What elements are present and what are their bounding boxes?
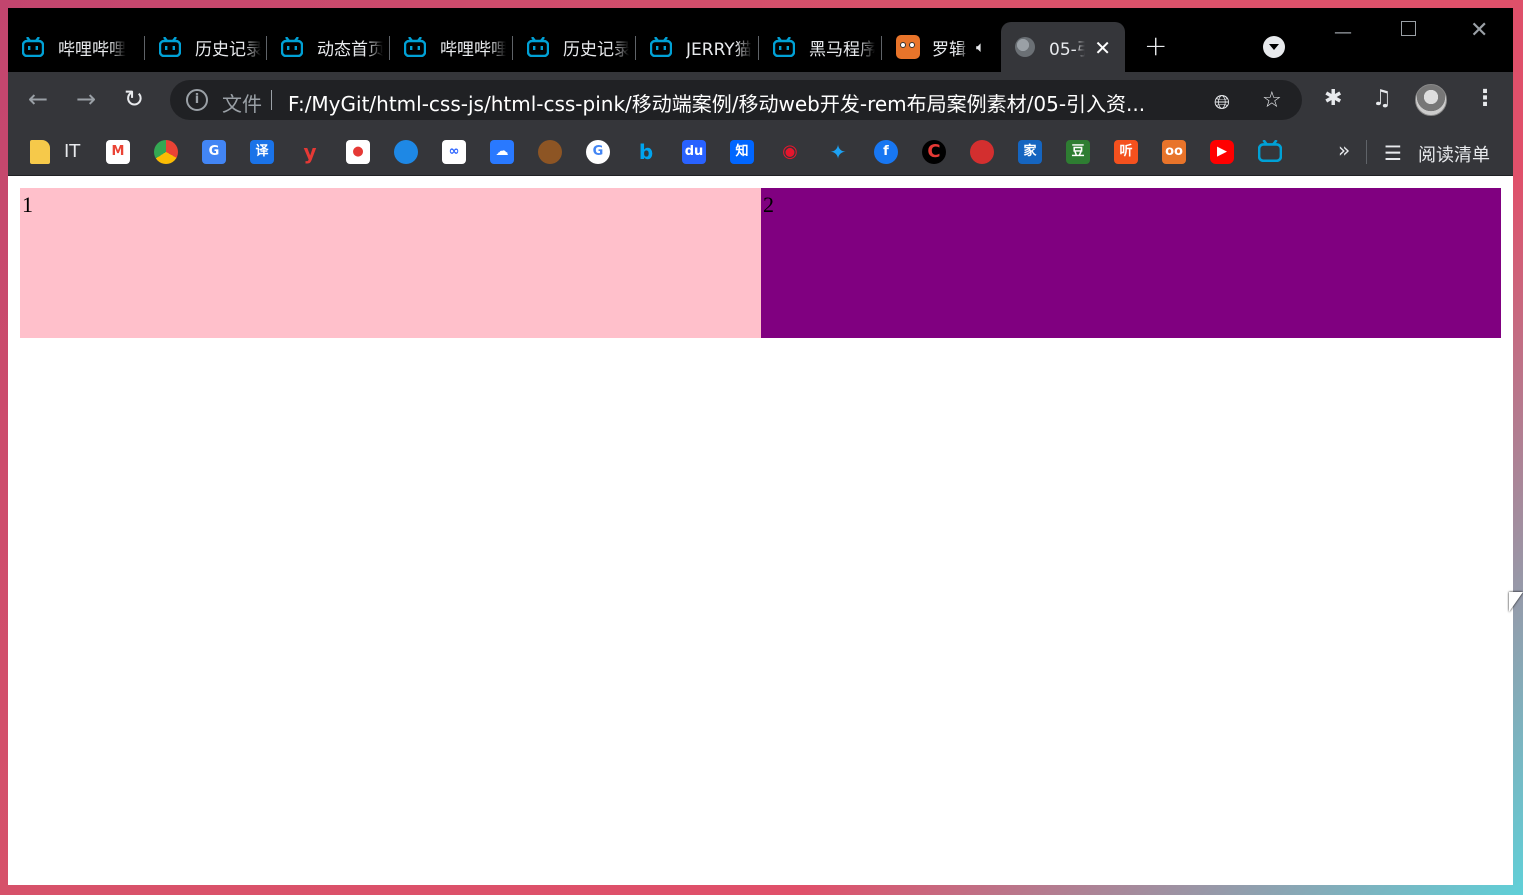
- minimize-icon[interactable]: —: [1334, 22, 1352, 43]
- tab-history-2[interactable]: 历史记录: [513, 22, 636, 72]
- divider: [1366, 140, 1367, 164]
- tab-search-icon[interactable]: [1263, 36, 1285, 58]
- tab-history-1[interactable]: 历史记录: [145, 22, 267, 72]
- browser-icon[interactable]: [394, 140, 418, 164]
- globe-icon: [1015, 37, 1035, 57]
- avatar[interactable]: [1415, 84, 1447, 116]
- youdao-icon[interactable]: y: [298, 140, 322, 164]
- star-icon[interactable]: ☆: [1262, 88, 1282, 113]
- tab-dynamic[interactable]: 动态首页: [267, 22, 390, 72]
- map-icon[interactable]: ●: [346, 140, 370, 164]
- tab-jerry[interactable]: JERRY猫: [636, 22, 759, 72]
- box-1: 1: [20, 188, 761, 338]
- speaker-icon[interactable]: 🔈︎: [976, 38, 985, 56]
- gmail-icon[interactable]: M: [106, 140, 130, 164]
- tab-bilibili-2[interactable]: 哔哩哔哩: [390, 22, 513, 72]
- bing-icon[interactable]: b: [634, 140, 658, 164]
- box-1-label: 1: [22, 192, 33, 217]
- douban-icon[interactable]: 豆: [1066, 140, 1090, 164]
- reading-list-button[interactable]: 阅读清单: [1418, 141, 1490, 167]
- menu-icon[interactable]: ⋮: [1474, 86, 1496, 111]
- tab-heima[interactable]: 黑马程序: [759, 22, 882, 72]
- address-bar[interactable]: i 文件 F:/MyGit/html-css-js/html-css-pink/…: [170, 80, 1302, 120]
- tab-label: 历史记录: [563, 39, 629, 60]
- tab-label: 05-引: [1049, 39, 1085, 60]
- acorn-icon[interactable]: [538, 140, 562, 164]
- info-icon[interactable]: i: [186, 89, 208, 111]
- tab-label: 罗辑: [932, 39, 966, 60]
- tab-strip: 哔哩哔哩 历史记录 动态首页 哔哩哔哩 历史记录 JERRY猫 黑马程序 罗辑 …: [8, 8, 1513, 72]
- mouse-cursor-icon: [1509, 592, 1523, 612]
- box-2-label: 2: [763, 192, 774, 217]
- tab-bilibili-1[interactable]: 哔哩哔哩: [8, 22, 145, 72]
- tab-label: 黑马程序: [809, 39, 875, 60]
- maximize-icon[interactable]: [1401, 20, 1416, 41]
- url-text[interactable]: F:/MyGit/html-css-js/html-css-pink/移动端案例…: [288, 88, 1208, 117]
- weibo-icon[interactable]: ◉: [778, 140, 802, 164]
- folder-icon[interactable]: [30, 140, 50, 164]
- twitter-icon[interactable]: ✦: [826, 140, 850, 164]
- chrome-store-icon[interactable]: [154, 140, 178, 164]
- close-tab-icon[interactable]: ✕: [1094, 36, 1111, 60]
- box-2: 2: [761, 188, 1501, 338]
- extensions-icon[interactable]: ✱: [1324, 86, 1342, 111]
- scheme-label: 文件: [222, 92, 262, 116]
- back-arrow-icon[interactable]: ←: [28, 86, 48, 112]
- baidu-icon[interactable]: du: [682, 140, 706, 164]
- page-content: 1 2: [8, 176, 1513, 885]
- forward-arrow-icon[interactable]: →: [76, 86, 96, 112]
- cloud-icon[interactable]: ☁: [490, 140, 514, 164]
- bilibili-icon: [159, 37, 181, 57]
- bilibili-icon: [281, 37, 303, 57]
- toolbar: ← → ↻ i 文件 F:/MyGit/html-css-js/html-css…: [8, 72, 1513, 128]
- luoji-bookmark-icon[interactable]: oo: [1162, 140, 1186, 164]
- baidu-netdisk-icon[interactable]: ∞: [442, 140, 466, 164]
- window-close-icon[interactable]: ✕: [1470, 18, 1488, 43]
- tab-label: 哔哩哔哩: [440, 39, 506, 60]
- tab-label: 历史记录: [195, 39, 261, 60]
- bilibili-icon: [773, 37, 795, 57]
- bilibili-icon: [650, 37, 672, 57]
- bookmarks-bar: IT M G 译 y ● ∞ ☁ G b du 知 ◉ ✦ f C 家 豆 听 …: [8, 128, 1513, 176]
- google-translate-icon[interactable]: G: [202, 140, 226, 164]
- media-control-icon[interactable]: ♫: [1372, 86, 1392, 111]
- bookmark-folder-it[interactable]: IT: [64, 141, 80, 162]
- luoji-icon: [896, 35, 920, 59]
- translate-cn-icon[interactable]: 译: [250, 140, 274, 164]
- csdn-icon[interactable]: C: [922, 140, 946, 164]
- tab-luoji[interactable]: 罗辑 🔈︎: [882, 22, 1001, 72]
- divider: [271, 90, 272, 110]
- reload-icon[interactable]: ↻: [124, 86, 144, 112]
- zhihu-icon[interactable]: 知: [730, 140, 754, 164]
- tab-label: 哔哩哔哩: [58, 39, 126, 60]
- google-icon[interactable]: G: [586, 140, 610, 164]
- bilibili-icon: [404, 37, 426, 57]
- bilibili-icon: [527, 37, 549, 57]
- bilibili-icon: [22, 37, 44, 57]
- list-icon[interactable]: ☰: [1384, 141, 1402, 165]
- tab-label: 动态首页: [317, 39, 383, 60]
- tab-active-05[interactable]: 05-引 ✕: [1001, 22, 1125, 72]
- tab-label: JERRY猫: [686, 39, 752, 60]
- new-tab-button[interactable]: +: [1144, 32, 1167, 60]
- youtube-icon[interactable]: ▶: [1210, 140, 1234, 164]
- home-icon[interactable]: 家: [1018, 140, 1042, 164]
- browser-window: 哔哩哔哩 历史记录 动态首页 哔哩哔哩 历史记录 JERRY猫 黑马程序 罗辑 …: [8, 8, 1513, 885]
- bilibili-bookmark-icon[interactable]: [1257, 139, 1283, 164]
- translate-icon[interactable]: 🌐︎: [1214, 90, 1230, 114]
- ting-icon[interactable]: 听: [1114, 140, 1138, 164]
- facebook-icon[interactable]: f: [874, 140, 898, 164]
- bookmarks-overflow-button[interactable]: »: [1338, 138, 1350, 162]
- red-logo-icon[interactable]: [970, 140, 994, 164]
